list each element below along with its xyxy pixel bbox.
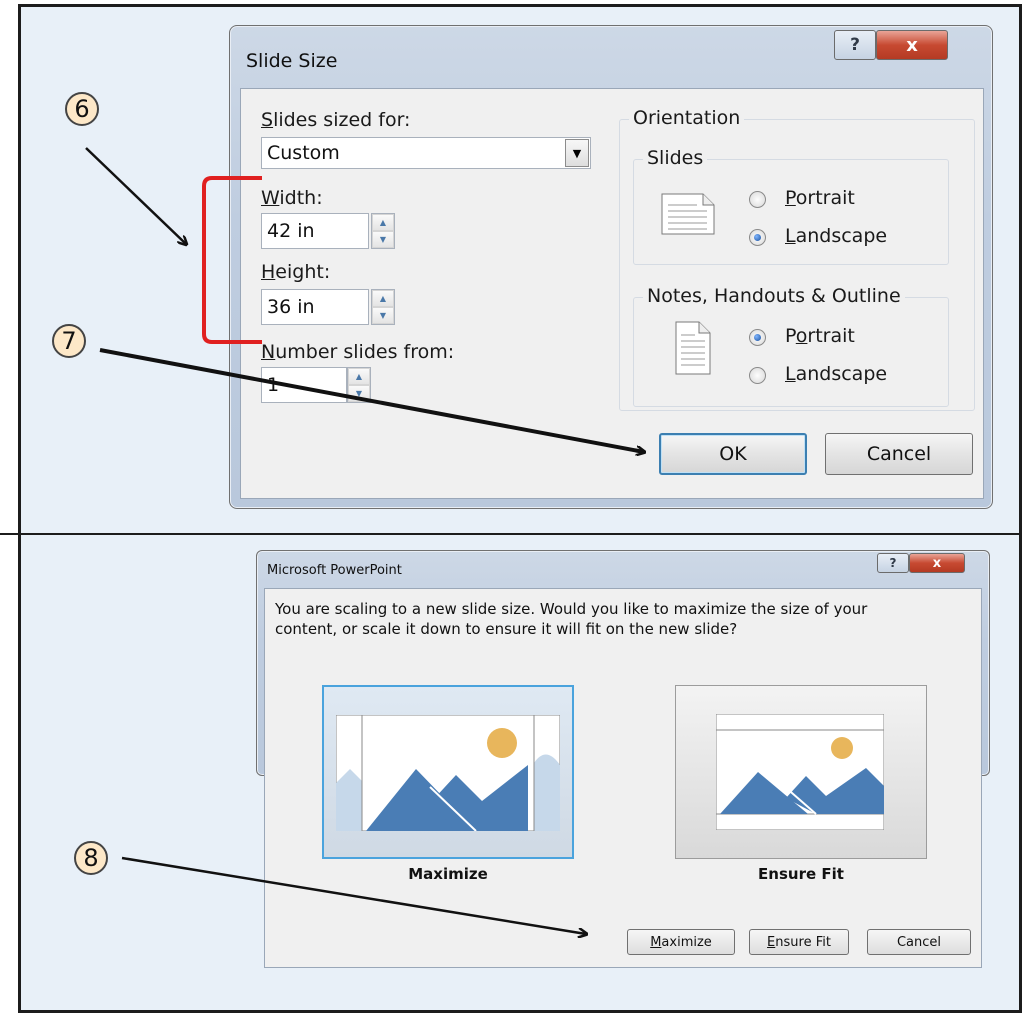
- help-icon[interactable]: ?: [877, 553, 909, 573]
- scale-dialog-title: Microsoft PowerPoint: [267, 563, 402, 578]
- number-from-label: Number slides from:: [261, 341, 454, 363]
- accelerator-E: E: [767, 934, 776, 950]
- spin-up-icon[interactable]: ▲: [372, 290, 394, 307]
- close-icon-glyph: x: [906, 34, 918, 56]
- number-from-value: 1: [267, 374, 280, 396]
- number-from-spinner[interactable]: ▲ ▼: [347, 367, 371, 403]
- slides-portrait-label-text: ortrait: [795, 187, 855, 209]
- maximize-button-label: aximize: [661, 934, 712, 950]
- spin-up-icon[interactable]: ▲: [372, 214, 394, 231]
- accelerator-M: M: [650, 934, 662, 950]
- ensure-fit-option[interactable]: [675, 685, 927, 859]
- maximize-illustration: [336, 715, 560, 831]
- scale-message-line2: content, or scale it down to ensure it w…: [275, 620, 738, 638]
- slides-group-label: Slides: [643, 147, 708, 169]
- dialog-title: Slide Size: [246, 50, 338, 72]
- accelerator-W: W: [261, 187, 280, 209]
- close-icon[interactable]: x: [876, 30, 948, 60]
- sized-for-value: Custom: [267, 142, 340, 164]
- spin-down-icon[interactable]: ▼: [348, 385, 370, 402]
- orientation-label: Orientation: [629, 107, 745, 129]
- width-label-text: idth:: [279, 187, 323, 209]
- slides-landscape-label[interactable]: Landscape: [785, 225, 887, 247]
- callout-7: 7: [52, 324, 86, 358]
- sized-for-label-text: lides sized for:: [273, 109, 411, 131]
- height-label: Height:: [261, 261, 330, 283]
- close-icon-glyph: x: [932, 555, 942, 571]
- notes-portrait-radio[interactable]: [749, 329, 766, 346]
- notes-landscape-label[interactable]: Landscape: [785, 363, 887, 385]
- width-input[interactable]: 42 in: [261, 213, 369, 249]
- spin-down-icon[interactable]: ▼: [372, 307, 394, 324]
- ensure-fit-illustration: [716, 714, 884, 830]
- scale-dialog-body: You are scaling to a new slide size. Wou…: [264, 588, 982, 968]
- help-icon-glyph: ?: [850, 35, 860, 55]
- section-divider: [0, 533, 1022, 535]
- ensure-fit-option-label: Ensure Fit: [758, 865, 844, 883]
- ok-button-label: OK: [719, 443, 747, 465]
- number-from-label-text: umber slides from:: [275, 341, 455, 363]
- slides-portrait-radio[interactable]: [749, 191, 766, 208]
- ensure-fit-button[interactable]: Ensure Fit: [749, 929, 849, 955]
- notes-landscape-radio[interactable]: [749, 367, 766, 384]
- ok-button[interactable]: OK: [659, 433, 807, 475]
- callout-6: 6: [65, 92, 99, 126]
- notes-portrait-label-text: rtrait: [807, 325, 855, 347]
- scale-message-line1: You are scaling to a new slide size. Wou…: [275, 600, 868, 618]
- notes-group-label: Notes, Handouts & Outline: [643, 285, 905, 307]
- help-icon[interactable]: ?: [834, 30, 876, 60]
- portrait-page-icon: [675, 321, 711, 375]
- height-input[interactable]: 36 in: [261, 289, 369, 325]
- scale-cancel-label: Cancel: [896, 934, 942, 950]
- height-value: 36 in: [267, 296, 315, 318]
- slides-landscape-radio[interactable]: [749, 229, 766, 246]
- width-spinner[interactable]: ▲ ▼: [371, 213, 395, 249]
- accelerator-N: N: [261, 341, 276, 363]
- accelerator-S: S: [261, 109, 274, 131]
- slides-portrait-label[interactable]: Portrait: [785, 187, 855, 209]
- slides-landscape-label-text: andscape: [795, 225, 888, 247]
- accelerator-L: L: [785, 225, 796, 247]
- scale-message: You are scaling to a new slide size. Wou…: [275, 599, 975, 639]
- sized-for-label: Slides sized for:: [261, 109, 410, 131]
- accelerator-L: L: [785, 363, 796, 385]
- chevron-down-icon[interactable]: ▼: [565, 139, 589, 167]
- number-from-input[interactable]: 1: [261, 367, 347, 403]
- cancel-button[interactable]: Cancel: [825, 433, 973, 475]
- help-icon-glyph: ?: [889, 556, 897, 570]
- notes-portrait-p: P: [785, 325, 796, 347]
- height-label-text: eight:: [275, 261, 331, 283]
- notes-landscape-label-text: andscape: [795, 363, 888, 385]
- slide-size-dialog: Slide Size ? x Slides sized for: Custom …: [229, 25, 993, 509]
- cancel-button[interactable]: Cancel: [867, 929, 971, 955]
- spin-up-icon[interactable]: ▲: [348, 368, 370, 385]
- cancel-button-label: Cancel: [866, 443, 932, 465]
- close-icon[interactable]: x: [909, 553, 965, 573]
- ensure-fit-button-label: nsure Fit: [775, 934, 831, 950]
- notes-portrait-label[interactable]: Portrait: [785, 325, 855, 347]
- landscape-page-icon: [661, 193, 715, 235]
- sized-for-select[interactable]: Custom: [261, 137, 591, 169]
- accelerator-P: P: [785, 187, 796, 209]
- spin-down-icon[interactable]: ▼: [372, 231, 394, 248]
- callout-8: 8: [74, 841, 108, 875]
- maximize-option[interactable]: [322, 685, 574, 859]
- width-value: 42 in: [267, 220, 315, 242]
- maximize-option-label: Maximize: [408, 865, 488, 883]
- accelerator-H: H: [261, 261, 276, 283]
- dialog-body: Slides sized for: Custom ▼ Width: 42 in …: [240, 88, 984, 499]
- height-spinner[interactable]: ▲ ▼: [371, 289, 395, 325]
- accelerator-o: o: [795, 325, 808, 347]
- maximize-button[interactable]: Maximize: [627, 929, 735, 955]
- width-label: Width:: [261, 187, 323, 209]
